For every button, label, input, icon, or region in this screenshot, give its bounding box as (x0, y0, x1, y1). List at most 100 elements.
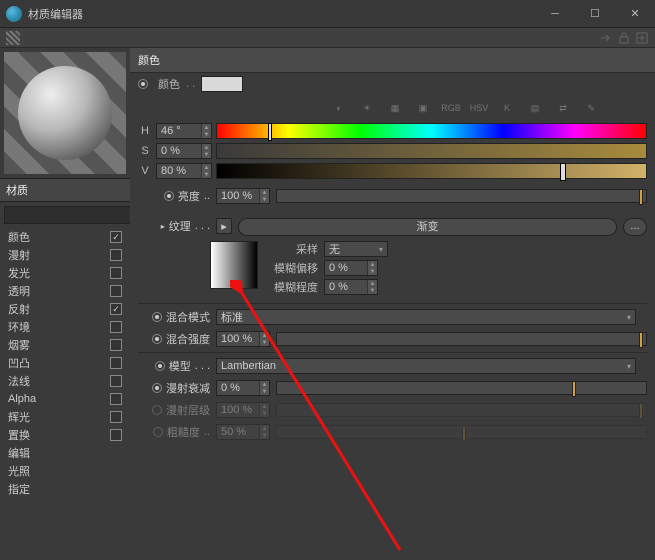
texture-more-button[interactable]: ... (623, 218, 647, 236)
checkbox-icon[interactable] (110, 231, 122, 243)
sat-slider[interactable] (216, 143, 647, 159)
checkbox-icon[interactable] (110, 321, 122, 333)
checkbox-icon[interactable] (110, 393, 122, 405)
sidebar: 材质 ▸ ◉ 颜色 漫射 发光 透明 反射 环境 烟雾 凹凸 法线 Alpha … (0, 48, 130, 551)
color-mode-icons: ◐ ☀ ▦ ▣ RGB HSV K ▤ ⇄ ✎ (130, 95, 655, 121)
titlebar: 材质编辑器 ─ ☐ ✕ (0, 0, 655, 28)
blend-mode-row: 混合模式 标准▾ (130, 306, 655, 328)
sat-row: S 0 %▲▼ (138, 143, 647, 159)
preview-sphere (18, 66, 112, 160)
checkbox-icon[interactable] (110, 285, 122, 297)
rgb-mode[interactable]: RGB (442, 99, 460, 117)
hue-slider[interactable] (216, 123, 647, 139)
channel-alpha[interactable]: Alpha (0, 390, 130, 408)
blur-offset-value[interactable]: 0 %▲▼ (324, 260, 378, 276)
roughness-value: 50 %▲▼ (216, 424, 270, 440)
channel-normal[interactable]: 法线 (0, 372, 130, 390)
blend-strength-row: 混合强度 100 %▲▼ (130, 328, 655, 350)
brightness-slider[interactable] (276, 189, 647, 203)
checkbox-icon[interactable] (110, 429, 122, 441)
toolbar (0, 28, 655, 48)
channel-edit[interactable]: 编辑 (0, 444, 130, 462)
grid-icon[interactable]: ▦ (386, 99, 404, 117)
diffuse-falloff-row: 漫射衰减 0 %▲▼ (130, 377, 655, 399)
roughness-slider (276, 425, 647, 439)
checkbox-icon[interactable] (110, 339, 122, 351)
sample-dropdown[interactable]: 无▾ (324, 241, 388, 257)
channel-diffuse[interactable]: 漫射 (0, 246, 130, 264)
image-icon[interactable]: ▣ (414, 99, 432, 117)
channel-glow[interactable]: 辉光 (0, 408, 130, 426)
texture-detail: 采样无▾ 模糊偏移0 %▲▼ 模糊程度0 %▲▼ (130, 239, 655, 301)
diffuse-falloff-slider[interactable] (276, 381, 647, 395)
val-value[interactable]: 80 %▲▼ (156, 163, 212, 179)
texture-icon[interactable] (6, 31, 20, 45)
checkbox-icon[interactable] (110, 249, 122, 261)
texture-row: ▸纹理. . . ▸ 渐变 ... (130, 215, 655, 239)
diffuse-levels-row: 漫射层级 100 %▲▼ (130, 399, 655, 421)
texture-shader-button[interactable]: 渐变 (238, 218, 617, 236)
diffuse-falloff-value[interactable]: 0 %▲▼ (216, 380, 270, 396)
minimize-button[interactable]: ─ (535, 0, 575, 28)
lock-icon[interactable] (617, 31, 631, 45)
new-icon[interactable] (635, 31, 649, 45)
checkbox-icon[interactable] (110, 375, 122, 387)
brightness-row: 亮度.. 100 %▲▼ (130, 185, 655, 207)
radio-icon[interactable] (155, 361, 165, 371)
maximize-button[interactable]: ☐ (575, 0, 615, 28)
checkbox-icon[interactable] (110, 303, 122, 315)
brightness-icon[interactable]: ☀ (358, 99, 376, 117)
brightness-value[interactable]: 100 %▲▼ (216, 188, 270, 204)
val-row: V 80 %▲▼ (138, 163, 647, 179)
channel-fog[interactable]: 烟雾 (0, 336, 130, 354)
radio-icon (153, 427, 163, 437)
section-title: 颜色 (130, 48, 655, 73)
radio-icon (152, 405, 162, 415)
gradient-icon[interactable]: ▤ (526, 99, 544, 117)
blend-mode-dropdown[interactable]: 标准▾ (216, 309, 636, 325)
wheel-icon[interactable]: ◐ (330, 99, 348, 117)
channel-color[interactable]: 颜色 (0, 228, 130, 246)
window-title: 材质编辑器 (28, 6, 535, 22)
blur-scale-value[interactable]: 0 %▲▼ (324, 279, 378, 295)
radio-icon[interactable] (138, 79, 148, 89)
channel-displacement[interactable]: 置换 (0, 426, 130, 444)
blend-strength-slider[interactable] (276, 332, 647, 346)
hue-value[interactable]: 46 °▲▼ (156, 123, 212, 139)
channel-bump[interactable]: 凹凸 (0, 354, 130, 372)
material-preview[interactable] (4, 52, 126, 174)
picker-icon[interactable]: ✎ (582, 99, 600, 117)
checkbox-icon[interactable] (110, 357, 122, 369)
radio-icon[interactable] (152, 383, 162, 393)
channel-environment[interactable]: 环境 (0, 318, 130, 336)
model-row: 模型. . . Lambertian▾ (130, 355, 655, 377)
channel-assign[interactable]: 指定 (0, 480, 130, 498)
checkbox-icon[interactable] (110, 267, 122, 279)
sat-value[interactable]: 0 %▲▼ (156, 143, 212, 159)
channel-illum[interactable]: 光照 (0, 462, 130, 480)
hsv-mode[interactable]: HSV (470, 99, 488, 117)
close-button[interactable]: ✕ (615, 0, 655, 28)
val-slider[interactable] (216, 163, 647, 179)
expand-icon[interactable]: ▸ (161, 222, 165, 231)
channel-transparency[interactable]: 透明 (0, 282, 130, 300)
texture-preview[interactable] (210, 241, 258, 289)
hue-row: H 46 °▲▼ (138, 123, 647, 139)
channel-list: 颜色 漫射 发光 透明 反射 环境 烟雾 凹凸 法线 Alpha 辉光 置换 编… (0, 228, 130, 551)
channel-reflection[interactable]: 反射 (0, 300, 130, 318)
arrow-icon (599, 31, 613, 45)
radio-icon[interactable] (164, 191, 174, 201)
material-label: 材质 (0, 178, 130, 202)
channel-luminance[interactable]: 发光 (0, 264, 130, 282)
texture-play-button[interactable]: ▸ (216, 218, 232, 234)
radio-icon[interactable] (152, 334, 162, 344)
model-dropdown[interactable]: Lambertian▾ (216, 358, 636, 374)
content-panel: 颜色 颜色 . . ◐ ☀ ▦ ▣ RGB HSV K ▤ ⇄ ✎ H 46 °… (130, 48, 655, 551)
blend-strength-value[interactable]: 100 %▲▼ (216, 331, 270, 347)
radio-icon[interactable] (152, 312, 162, 322)
color-swatch[interactable] (201, 76, 243, 92)
checkbox-icon[interactable] (110, 411, 122, 423)
swap-icon[interactable]: ⇄ (554, 99, 572, 117)
roughness-row: 粗糙度.. 50 %▲▼ (130, 421, 655, 443)
k-mode[interactable]: K (498, 99, 516, 117)
